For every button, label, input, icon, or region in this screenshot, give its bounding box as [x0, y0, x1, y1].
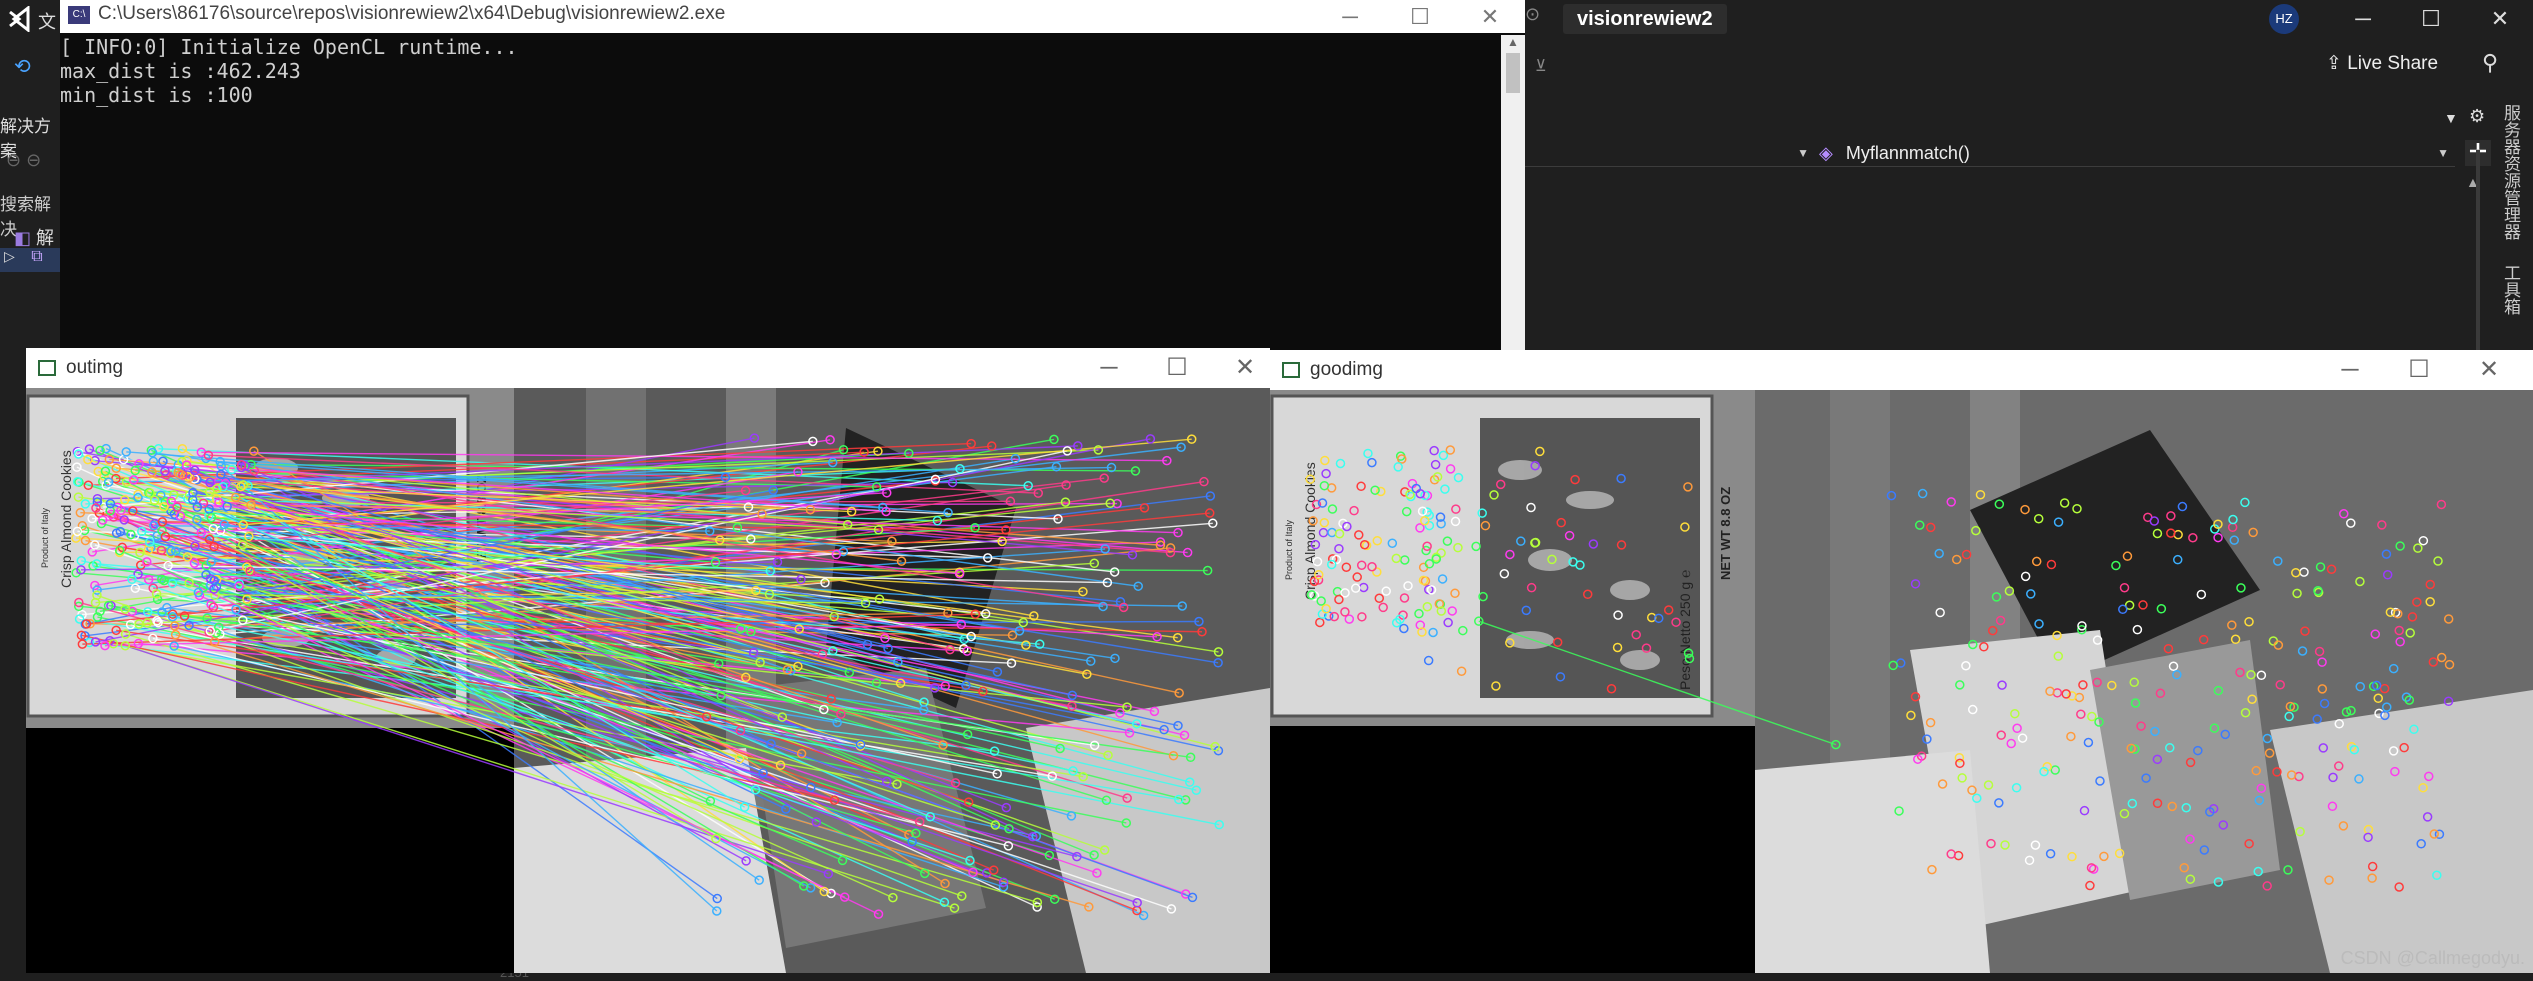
back-icon[interactable]: ⟲ [14, 54, 31, 79]
toolbox-tab[interactable]: 工具箱 [2498, 264, 2523, 315]
outimg-close-button[interactable]: ✕ [1220, 350, 1270, 386]
net-wt-label: NET WT 8.8 OZ [1718, 487, 1733, 580]
console-line: max_dist is :462.243 [60, 59, 301, 83]
outimg-title: outimg [66, 357, 124, 378]
outimg-canvas: Crisp Almond Cookies Product of Italy NE… [26, 388, 1270, 973]
goodimg-close-button[interactable]: ✕ [2464, 352, 2514, 388]
editor-scrollbar[interactable] [2476, 150, 2480, 350]
peso-label: Peso Netto 250 g ℮ [1677, 570, 1693, 690]
goodimg-maximize-button[interactable]: ☐ [2394, 352, 2444, 388]
scroll-thumb[interactable] [1506, 53, 1520, 93]
project-icon: ⧉ [31, 248, 43, 265]
goodimg-canvas: Crisp Almond Cookies Product of Italy NE… [1270, 390, 2533, 973]
method-icon: ◈ [1819, 143, 1833, 163]
outimg-maximize-button[interactable]: ☐ [1152, 350, 1202, 386]
vs-logo-icon [6, 4, 32, 34]
live-share-label: Live Share [2347, 53, 2439, 74]
dropdown-arrow-icon[interactable]: ▼ [2444, 110, 2458, 126]
avatar[interactable]: HZ [2269, 4, 2299, 34]
expand-icon[interactable]: ▷ [4, 248, 15, 264]
function-dropdown-label: Myflannmatch() [1845, 143, 1970, 163]
product-of-label: Product of Italy [40, 507, 50, 568]
console-window: C:\ C:\Users\86176\source\repos\visionre… [60, 0, 1525, 350]
console-scrollbar[interactable]: ▲ [1501, 35, 1525, 350]
console-minimize-button[interactable]: ─ [1320, 0, 1380, 33]
live-share-button[interactable]: ⇪ Live Share [2326, 52, 2438, 75]
vs-maximize-button[interactable]: ☐ [2411, 4, 2451, 34]
goodimg-title: goodimg [1310, 359, 1383, 380]
goodimg-minimize-button[interactable]: ─ [2325, 352, 2375, 388]
scope-dropdown[interactable]: ▼ [1525, 140, 1815, 167]
window-icon [1282, 362, 1300, 378]
toolbar-overflow-icon[interactable]: ⊻ [1535, 56, 1547, 76]
nav-back-icon[interactable]: ⊖ ⊖ [6, 150, 41, 171]
console-line: [ INFO:0] Initialize OpenCL runtime... [60, 35, 518, 59]
console-output: [ INFO:0] Initialize OpenCL runtime... ma… [60, 35, 1495, 350]
project-item[interactable]: ▷ ⧉ [0, 248, 60, 272]
chevron-down-icon: ▼ [2437, 146, 2449, 160]
outimg-minimize-button[interactable]: ─ [1084, 350, 1134, 386]
vs-title: visionrewiew2 [1563, 4, 1727, 34]
vs-minimize-button[interactable]: ─ [2343, 4, 2383, 34]
menu-file[interactable]: 文 [38, 8, 56, 34]
console-line: min_dist is :100 [60, 83, 253, 107]
chevron-down-icon: ▼ [1797, 146, 1809, 160]
console-app-icon: C:\ [68, 6, 90, 24]
watermark: CSDN @Callmegodyu. [2340, 948, 2525, 968]
goodimg-window: goodimg ─ ☐ ✕ Crisp Almond Cookies Produ… [1270, 350, 2533, 973]
server-explorer-tab[interactable]: 服务器资源管理器 [2498, 104, 2523, 240]
cookie-box-label: Crisp Almond Cookies [58, 450, 74, 588]
vs-close-button[interactable]: ✕ [2480, 4, 2520, 34]
vs-menu-icon[interactable]: ⊙ [1525, 4, 1549, 34]
outimg-titlebar[interactable]: outimg ─ ☐ ✕ [26, 348, 1270, 388]
function-dropdown[interactable]: ◈ Myflannmatch() ▼ [1815, 140, 2455, 167]
window-icon [38, 360, 56, 376]
console-maximize-button[interactable]: ☐ [1390, 0, 1450, 33]
solution-item[interactable]: ◧ 解 [14, 224, 54, 250]
product-of-label: Product of Italy [1284, 519, 1294, 580]
console-close-button[interactable]: ✕ [1460, 0, 1520, 33]
outimg-window: outimg ─ ☐ ✕ Crisp Almond Cookies Produc… [26, 348, 1270, 973]
console-titlebar[interactable]: C:\ C:\Users\86176\source\repos\visionre… [60, 0, 1525, 33]
feedback-icon[interactable]: ⚲ [2482, 50, 2498, 76]
settings-icon[interactable]: ⚙ [2469, 106, 2485, 127]
console-title: C:\Users\86176\source\repos\visionrewiew… [98, 3, 726, 24]
share-icon: ⇪ [2326, 53, 2342, 74]
scroll-up-icon[interactable]: ▲ [1501, 35, 1525, 49]
goodimg-titlebar[interactable]: goodimg ─ ☐ ✕ [1270, 350, 2533, 390]
